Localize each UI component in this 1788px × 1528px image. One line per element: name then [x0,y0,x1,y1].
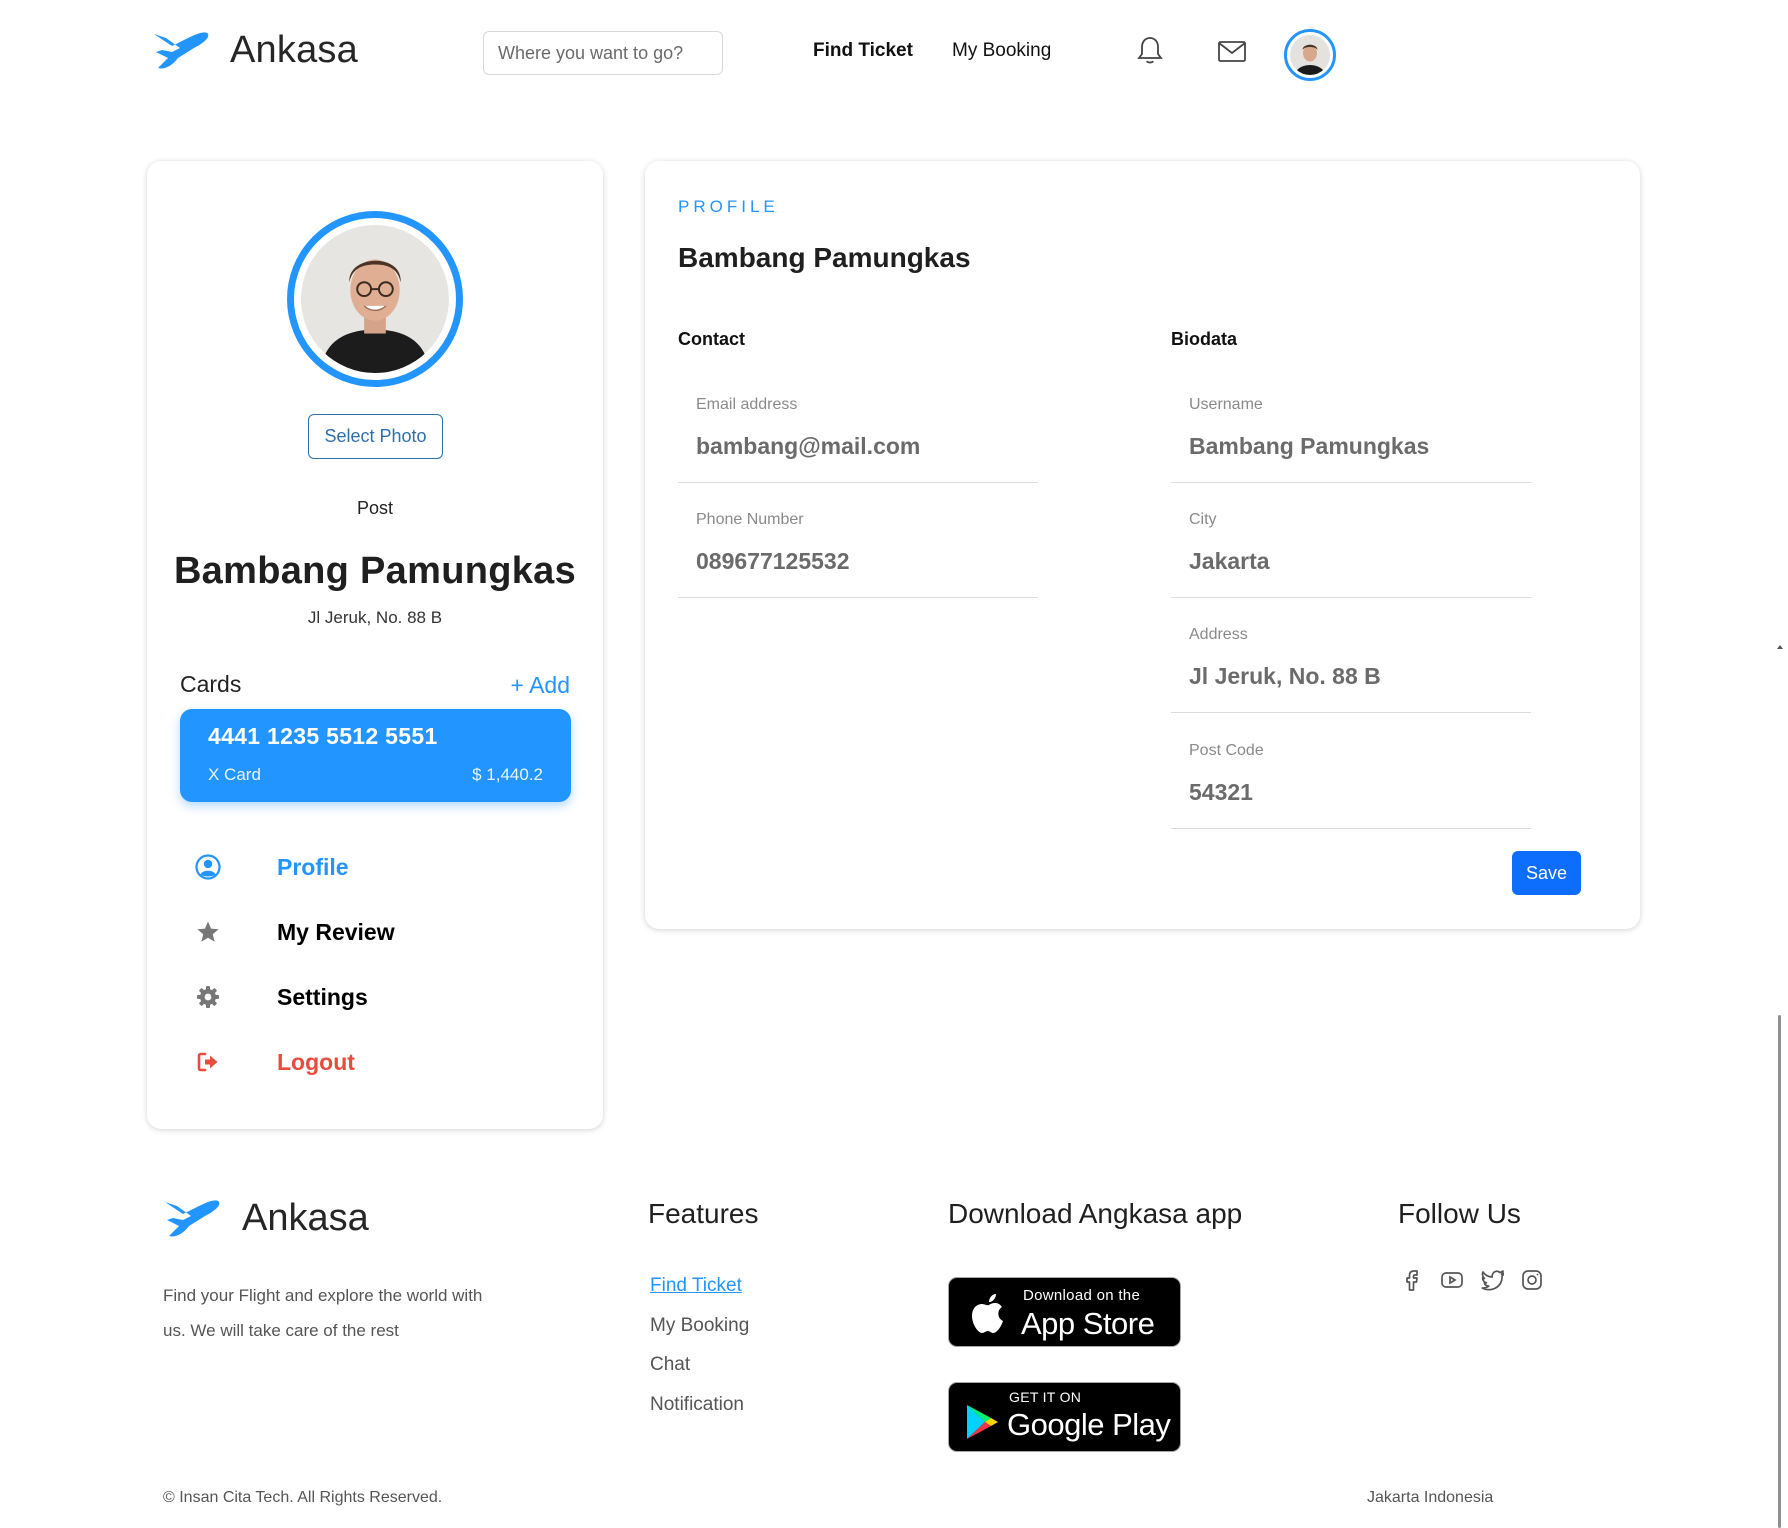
select-photo-button[interactable]: Select Photo [308,414,443,459]
google-play-small-text: GET IT ON [1009,1389,1082,1405]
brand-logo[interactable]: Ankasa [152,28,358,72]
field-label: Email address [696,396,798,413]
field-label: Username [1189,396,1263,413]
field-value: 54321 [1189,779,1253,805]
search-input[interactable] [483,31,723,75]
username-field[interactable]: Username Bambang Pamungkas [1171,379,1531,483]
field-label: Phone Number [696,511,804,528]
scrollbar-thumb[interactable] [1778,1015,1781,1528]
footer-description: Find your Flight and explore the world w… [163,1286,483,1340]
plane-logo-icon [165,1200,220,1237]
profile-form-panel: PROFILE Bambang Pamungkas Contact Biodat… [645,161,1640,929]
field-value: bambang@mail.com [696,433,921,459]
footer-location: Jakarta Indonesia [1367,1489,1494,1506]
panel-title: Bambang Pamungkas [678,242,971,273]
menu-label: Profile [277,853,349,880]
add-card-button[interactable]: + Add [511,672,570,699]
contact-title: Contact [678,329,745,349]
menu-item-settings[interactable]: Settings [195,979,368,1015]
profile-post: Post [356,498,394,518]
logout-icon [195,1049,221,1075]
footer-link-my-booking[interactable]: My Booking [650,1314,749,1354]
save-button[interactable]: Save [1512,851,1581,895]
menu-item-profile[interactable]: Profile [195,849,349,885]
features-title: Features [648,1198,759,1229]
plane-logo-icon [154,32,209,69]
post-code-field[interactable]: Post Code 54321 [1171,725,1531,829]
youtube-icon[interactable] [1440,1268,1464,1292]
copyright-text: © Insan Cita Tech. All Rights Reserved. [163,1489,443,1506]
user-avatar[interactable] [1284,29,1336,81]
footer-link-chat[interactable]: Chat [650,1353,749,1393]
social-links [1400,1268,1544,1292]
mail-icon[interactable] [1216,36,1248,68]
google-play-icon [967,1405,998,1439]
nav-my-booking[interactable]: My Booking [952,40,1051,62]
panel-eyebrow: PROFILE [678,197,779,216]
menu-item-my-review[interactable]: My Review [195,914,395,950]
app-store-badge[interactable]: Download on the App Store [948,1277,1181,1347]
menu-label: Logout [277,1048,355,1075]
nav-find-ticket[interactable]: Find Ticket [813,40,913,62]
field-value: Jakarta [1189,548,1270,574]
star-icon [195,919,221,945]
footer-link-find-ticket[interactable]: Find Ticket [650,1274,749,1314]
app-store-small-text: Download on the [1023,1287,1141,1304]
app-store-big-text: App Store [1021,1306,1155,1341]
address-field[interactable]: Address Jl Jeruk, No. 88 B [1171,609,1531,713]
email-field[interactable]: Email address bambang@mail.com [678,379,1038,483]
menu-label: My Review [277,918,395,945]
field-label: Address [1189,626,1248,643]
top-navbar: Ankasa Find Ticket My Booking [0,0,1788,110]
field-label: City [1189,511,1217,528]
credit-card[interactable]: 4441 1235 5512 5551 X Card $ 1,440.2 [180,709,571,802]
download-title: Download Angkasa app [948,1198,1243,1229]
apple-icon [972,1294,1003,1333]
menu-item-logout[interactable]: Logout [195,1044,355,1080]
scroll-up-arrow-icon[interactable] [1777,645,1783,649]
features-links: Find Ticket My Booking Chat Notification [650,1274,749,1432]
profile-sidebar-card: Select Photo Post Bambang Pamungkas Jl J… [147,161,603,1129]
field-value: Jl Jeruk, No. 88 B [1189,663,1381,689]
brand-name: Ankasa [230,28,358,71]
card-number: 4441 1235 5512 5551 [208,723,438,749]
instagram-icon[interactable] [1520,1268,1544,1292]
profile-name: Bambang Pamungkas [173,550,577,592]
profile-photo [287,211,463,387]
city-field[interactable]: City Jakarta [1171,494,1531,598]
biodata-title: Biodata [1171,329,1238,349]
profile-address: Jl Jeruk, No. 88 B [307,608,443,627]
google-play-big-text: Google Play [1007,1407,1171,1442]
facebook-icon[interactable] [1400,1268,1424,1292]
field-value: Bambang Pamungkas [1189,433,1430,459]
cards-title: Cards [180,671,242,697]
footer-brand-logo[interactable]: Ankasa [162,1196,369,1240]
google-play-badge[interactable]: GET IT ON Google Play [948,1382,1181,1452]
card-balance: $ 1,440.2 [472,765,543,784]
twitter-icon[interactable] [1480,1268,1504,1292]
menu-label: Settings [277,983,368,1010]
gear-icon [195,984,221,1010]
page-scrollbar[interactable] [1772,0,1788,1528]
user-circle-icon [195,854,221,880]
field-label: Post Code [1189,742,1264,759]
field-value: 089677125532 [696,548,850,574]
card-type: X Card [208,765,261,784]
footer-link-notification[interactable]: Notification [650,1393,749,1433]
phone-field[interactable]: Phone Number 089677125532 [678,494,1038,598]
follow-title: Follow Us [1398,1198,1521,1229]
footer-brand-name: Ankasa [242,1196,369,1239]
bell-icon[interactable] [1134,34,1166,66]
